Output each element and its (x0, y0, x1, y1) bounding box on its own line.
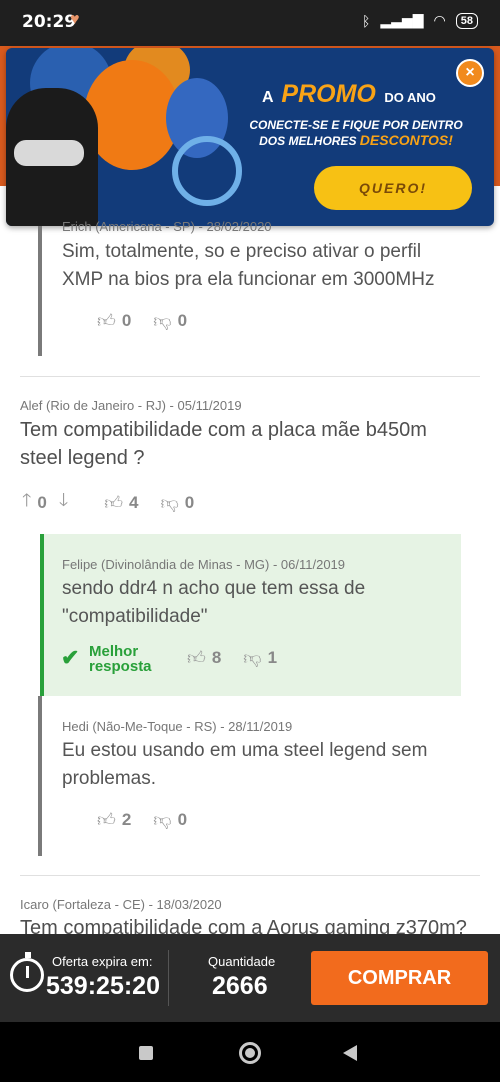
battery-icon: 58 (455, 12, 478, 29)
thumbs-up-icon[interactable]: 👍︎ (104, 492, 123, 514)
banner-title: A PROMO DO ANO (262, 80, 436, 109)
thumbs-down-icon[interactable]: 👎︎ (153, 310, 171, 332)
offer-timer: 539:25:20 (46, 972, 160, 1000)
like-count: 0 (121, 311, 132, 330)
banner-subtitle-line2-prefix: DOS MELHORES (259, 134, 357, 148)
promo-banner[interactable]: A PROMO DO ANO CONECTE-SE E FIQUE POR DE… (6, 48, 494, 226)
thumbs-up-icon[interactable]: 👍︎ (97, 310, 116, 332)
second-answer-author-meta: Hedi (Não-Me-Toque - RS) - 28/11/2019 (62, 719, 293, 734)
best-answer-label-line1: Melhor (89, 643, 139, 660)
like-count: 4 (129, 493, 139, 512)
bar-divider (168, 950, 169, 1006)
thread-line (38, 226, 42, 356)
banner-subtitle-line2: DOS MELHORES DESCONTOS! (246, 133, 466, 149)
best-answer-label: Melhor resposta (89, 644, 152, 674)
like-count: 2 (121, 810, 132, 829)
banner-title-highlight: PROMO (281, 80, 376, 108)
signal-icon: ▂▃▅▇ (380, 12, 424, 28)
question-author-meta: Alef (Rio de Janeiro - RJ) - 05/11/2019 (20, 398, 242, 413)
thumbs-down-icon[interactable]: 👎︎ (153, 809, 171, 831)
like-count: 8 (211, 648, 222, 667)
status-icons: ᛒ ▂▃▅▇ ◠ 58 (362, 12, 478, 29)
ninja-eyes (14, 140, 84, 166)
next-question-author-meta: Icaro (Fortaleza - CE) - 18/03/2020 (20, 897, 222, 912)
thumbs-up-icon[interactable]: 👍︎ (97, 809, 116, 831)
best-answer-actions: 👍︎ 8 👎︎ 1 (187, 647, 293, 669)
banner-subtitle-line2-highlight: DESCONTOS! (359, 132, 453, 148)
thumbs-down-icon[interactable]: 👎︎ (243, 647, 261, 669)
question-text: Tem compatibilidade com a placa mãe b450… (20, 419, 427, 469)
arrow-down-icon[interactable]: 🡓 (59, 488, 68, 518)
thread-line (38, 696, 42, 856)
status-time: 20:29 (22, 12, 77, 32)
divider (20, 376, 480, 377)
quantity-label: Quantidade (208, 954, 276, 969)
thumbs-down-icon[interactable]: 👎︎ (161, 492, 179, 514)
stopwatch-icon (10, 952, 44, 992)
answer-actions: 👍︎ 0 👎︎ 0 (97, 310, 203, 332)
arrow-up-icon[interactable]: 🡑 (22, 488, 31, 518)
wifi-icon: ◠ (433, 12, 446, 28)
dislike-count: 0 (177, 810, 188, 829)
banner-title-prefix: A (262, 89, 273, 106)
best-answer-text: sendo ddr4 n acho que tem essa de "compa… (62, 578, 366, 627)
second-answer-actions: 👍︎ 2 👎︎ 0 (97, 809, 203, 831)
home-icon[interactable] (239, 1042, 261, 1064)
navigation-bar (0, 1022, 500, 1082)
status-bar: 20:29 ♥ ᛒ ▂▃▅▇ ◠ 58 (0, 0, 500, 46)
second-answer-text: Eu estou usando em uma steel legend sem … (62, 740, 428, 789)
thumbs-up-icon[interactable]: 👍︎ (187, 647, 206, 669)
dislike-count: 1 (267, 648, 278, 667)
dislike-count: 0 (177, 311, 188, 330)
headset-image (172, 136, 242, 206)
best-answer-label-line2: resposta (89, 658, 152, 675)
banner-subtitle-line1: CONECTE-SE E FIQUE POR DENTRO (249, 118, 463, 132)
bluetooth-icon: ᛒ (362, 12, 371, 29)
close-icon[interactable]: × (456, 59, 484, 87)
answer-author-meta: Erich (Americana - SP) - 28/02/2020 (62, 219, 272, 234)
question-actions: 🡑 0 🡓 👍︎ 4 👎︎ 0 (22, 488, 210, 518)
banner-subtitle: CONECTE-SE E FIQUE POR DENTRO DOS MELHOR… (246, 118, 466, 149)
banner-cta-button[interactable]: QUERO! (314, 166, 472, 210)
best-answer-author-meta: Felipe (Divinolândia de Minas - MG) - 06… (62, 557, 346, 572)
quantity-value: 2666 (212, 972, 268, 1000)
next-question-text: Tem compatibilidade com a Aorus gaming z… (20, 917, 467, 934)
buy-button[interactable]: COMPRAR (311, 951, 488, 1005)
recent-apps-icon[interactable] (139, 1046, 153, 1060)
back-icon[interactable] (343, 1045, 357, 1061)
vote-count: 0 (37, 493, 47, 512)
offer-label: Oferta expira em: (52, 954, 153, 969)
banner-title-suffix: DO ANO (384, 90, 436, 105)
check-icon: ✔ (61, 645, 80, 670)
bottom-bar: Oferta expira em: 539:25:20 Quantidade 2… (0, 934, 500, 1022)
heart-icon: ♥ (70, 11, 80, 28)
answer-text: Sim, totalmente, so e preciso ativar o p… (62, 241, 435, 290)
divider (20, 875, 480, 876)
dislike-count: 0 (184, 493, 195, 512)
